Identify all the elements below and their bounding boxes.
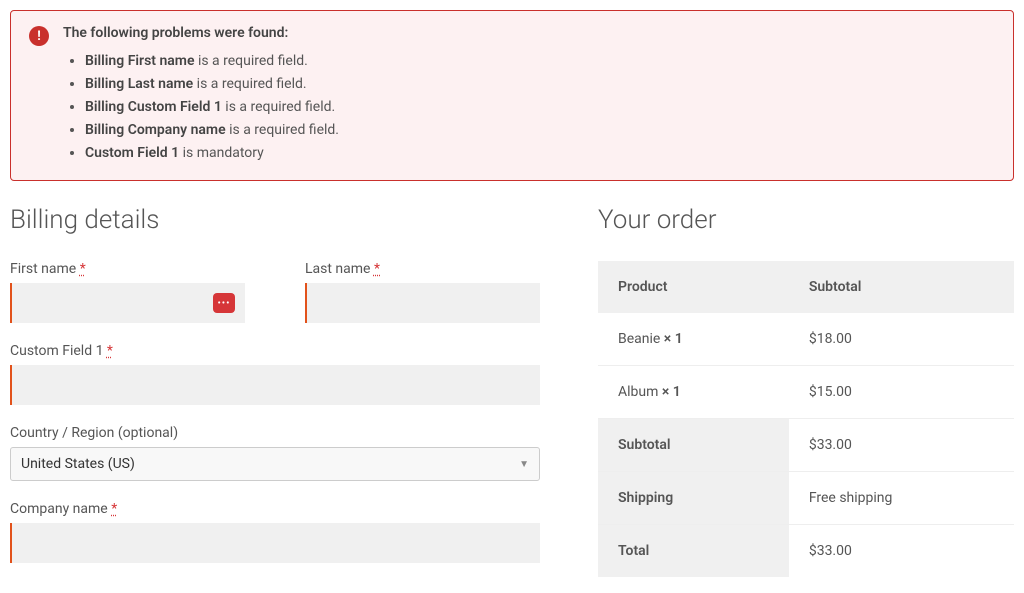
error-item: Billing Last name is a required field. xyxy=(85,74,995,95)
shipping-label: Shipping xyxy=(598,472,789,525)
order-item-row: Beanie × 1 $18.00 xyxy=(598,313,1014,366)
error-list: Billing First name is a required field. … xyxy=(63,51,995,164)
billing-column: Billing details First name * ••• Last na… xyxy=(10,205,540,583)
subtotal-column-header: Subtotal xyxy=(789,261,1014,313)
first-name-input[interactable] xyxy=(10,283,245,323)
country-field-wrap: Country / Region (optional) United State… xyxy=(10,425,540,481)
country-label: Country / Region (optional) xyxy=(10,425,540,441)
shipping-value: Free shipping xyxy=(789,472,1014,525)
error-item: Custom Field 1 is mandatory xyxy=(85,143,995,164)
order-table: Product Subtotal Beanie × 1 $18.00 Album… xyxy=(598,261,1014,577)
total-value: $33.00 xyxy=(789,525,1014,578)
error-content: The following problems were found: Billi… xyxy=(63,25,995,166)
required-star: * xyxy=(107,343,113,359)
billing-heading: Billing details xyxy=(10,205,540,235)
order-shipping-row: Shipping Free shipping xyxy=(598,472,1014,525)
order-item-row: Album × 1 $15.00 xyxy=(598,366,1014,419)
order-subtotal-row: Subtotal $33.00 xyxy=(598,419,1014,472)
last-name-input[interactable] xyxy=(305,283,540,323)
error-heading: The following problems were found: xyxy=(63,25,995,41)
order-item-price: $18.00 xyxy=(789,313,1014,366)
password-manager-icon[interactable]: ••• xyxy=(213,293,235,313)
total-label: Total xyxy=(598,525,789,578)
subtotal-value: $33.00 xyxy=(789,419,1014,472)
last-name-label: Last name * xyxy=(305,261,540,277)
country-select-value: United States (US) xyxy=(21,456,135,472)
order-column: Your order Product Subtotal Beanie × 1 $… xyxy=(598,205,1014,583)
first-name-label: First name * xyxy=(10,261,245,277)
order-table-header: Product Subtotal xyxy=(598,261,1014,313)
order-heading: Your order xyxy=(598,205,1014,235)
order-item-name: Album × 1 xyxy=(598,366,789,419)
last-name-field-wrap: Last name * xyxy=(305,261,540,323)
company-input[interactable] xyxy=(10,523,540,563)
order-total-row: Total $33.00 xyxy=(598,525,1014,578)
first-name-field-wrap: First name * ••• xyxy=(10,261,245,323)
error-notice: ! The following problems were found: Bil… xyxy=(10,10,1014,181)
subtotal-label: Subtotal xyxy=(598,419,789,472)
chevron-down-icon: ▼ xyxy=(519,459,529,470)
company-field-wrap: Company name * xyxy=(10,501,540,563)
custom-field-1-input[interactable] xyxy=(10,365,540,405)
product-column-header: Product xyxy=(598,261,789,313)
error-item: Billing First name is a required field. xyxy=(85,51,995,72)
order-item-name: Beanie × 1 xyxy=(598,313,789,366)
error-item: Billing Company name is a required field… xyxy=(85,120,995,141)
required-star: * xyxy=(374,261,380,277)
country-select[interactable]: United States (US) ▼ xyxy=(10,447,540,481)
error-item: Billing Custom Field 1 is a required fie… xyxy=(85,97,995,118)
order-item-price: $15.00 xyxy=(789,366,1014,419)
custom-field-1-label: Custom Field 1 * xyxy=(10,343,540,359)
company-label: Company name * xyxy=(10,501,540,517)
custom-field-1-wrap: Custom Field 1 * xyxy=(10,343,540,405)
alert-icon: ! xyxy=(29,26,49,46)
required-star: * xyxy=(80,261,86,277)
required-star: * xyxy=(111,501,117,517)
